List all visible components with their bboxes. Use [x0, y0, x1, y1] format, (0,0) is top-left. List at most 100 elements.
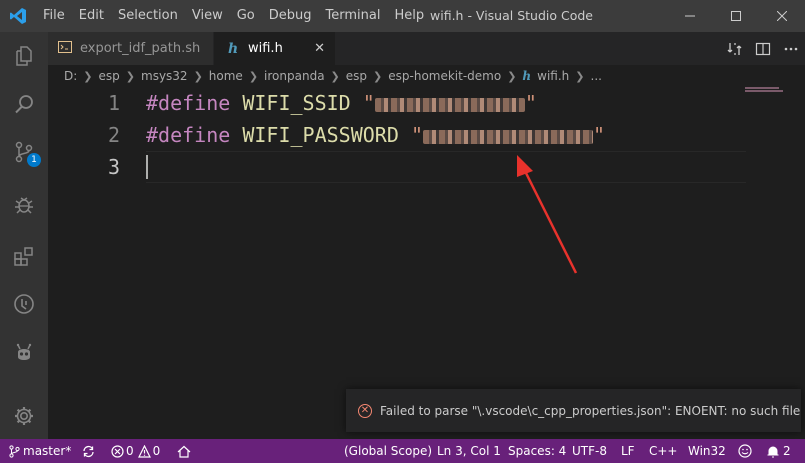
- breadcrumb-item[interactable]: ...: [591, 69, 602, 83]
- minimap[interactable]: [745, 87, 789, 97]
- text-cursor: [146, 155, 148, 179]
- feedback-button[interactable]: [738, 439, 752, 463]
- code-editor[interactable]: 1 #define WIFI_SSID " " 2 #define WIFI_PA…: [48, 87, 805, 439]
- string-close-quote: ": [524, 91, 537, 115]
- home-button[interactable]: [177, 439, 191, 463]
- encoding-indicator[interactable]: UTF-8: [572, 439, 607, 463]
- menu-file[interactable]: File: [36, 0, 72, 32]
- breadcrumb-item[interactable]: wifi.h: [537, 69, 569, 83]
- scope-indicator[interactable]: (Global Scope): [344, 439, 432, 463]
- window-controls: [667, 0, 805, 32]
- split-editor-icon: [755, 42, 771, 55]
- menu-terminal[interactable]: Terminal: [319, 0, 388, 32]
- h-file-icon: h: [228, 40, 239, 57]
- close-window-button[interactable]: [759, 0, 805, 32]
- breadcrumb-item[interactable]: esp: [99, 69, 120, 83]
- extensions-button[interactable]: [0, 232, 48, 280]
- tab-close-button[interactable]: ✕: [314, 41, 325, 56]
- settings-button[interactable]: [0, 392, 48, 440]
- tab-label: export_idf_path.sh: [80, 41, 201, 56]
- shell-file-icon: [58, 41, 80, 56]
- plug-circle-icon: [14, 294, 34, 314]
- h-file-icon: h: [522, 69, 532, 83]
- title-bar: File Edit Selection View Go Debug Termin…: [0, 0, 805, 32]
- macro-name: WIFI_SSID: [242, 91, 351, 115]
- platformio-button[interactable]: [0, 330, 48, 378]
- menu-help[interactable]: Help: [387, 0, 431, 32]
- notification-count: 2: [783, 444, 791, 458]
- menu-go[interactable]: Go: [230, 0, 262, 32]
- menu-edit[interactable]: Edit: [72, 0, 111, 32]
- line-number: 3: [107, 155, 120, 179]
- code-line: 2 #define WIFI_PASSWORD " ": [48, 119, 748, 151]
- chevron-right-icon: ❯: [193, 69, 203, 83]
- activity-bar: 1: [0, 32, 48, 439]
- warning-count: 0: [152, 444, 161, 458]
- code-line: 3: [48, 151, 748, 183]
- platform-indicator[interactable]: Win32: [688, 439, 726, 463]
- alien-icon: [16, 343, 32, 360]
- line-number: 2: [107, 123, 120, 147]
- sync-button[interactable]: [82, 439, 95, 463]
- menu-debug[interactable]: Debug: [262, 0, 319, 32]
- chevron-right-icon: ❯: [507, 69, 517, 83]
- debug-icon: [15, 197, 33, 214]
- status-bar: master* 0 0 (Global Scope) Ln 3, Col 1 S…: [0, 439, 805, 463]
- warning-icon: [137, 444, 151, 458]
- eol-indicator[interactable]: LF: [621, 439, 635, 463]
- error-circle-icon: [111, 444, 124, 458]
- window-title: wifi.h - Visual Studio Code: [430, 8, 594, 23]
- tab-wifi-h[interactable]: h wifi.h ✕: [214, 32, 335, 65]
- search-icon: [15, 95, 33, 114]
- string-close-quote: ": [592, 123, 606, 147]
- string-open-quote: ": [362, 91, 375, 115]
- menu-selection[interactable]: Selection: [111, 0, 185, 32]
- source-control-button[interactable]: 1: [0, 128, 48, 176]
- search-button[interactable]: [0, 80, 48, 128]
- breadcrumb-item[interactable]: ironpanda: [264, 69, 325, 83]
- branch-indicator[interactable]: master*: [9, 439, 71, 463]
- line-number: 1: [107, 91, 120, 115]
- debug-button[interactable]: [0, 180, 48, 228]
- error-icon: ✕: [358, 403, 372, 418]
- language-mode[interactable]: C++: [649, 439, 678, 463]
- cursor-position[interactable]: Ln 3, Col 1: [437, 439, 501, 463]
- open-changes-button[interactable]: [721, 32, 749, 65]
- menu-view[interactable]: View: [185, 0, 230, 32]
- string-open-quote: ": [410, 123, 423, 147]
- problems-indicator[interactable]: 0 0: [111, 439, 160, 463]
- more-actions-button[interactable]: [777, 32, 805, 65]
- gear-icon: [15, 407, 33, 425]
- explorer-button[interactable]: [0, 32, 48, 80]
- redacted-password: [422, 129, 593, 144]
- breadcrumb-item[interactable]: home: [209, 69, 243, 83]
- extensions-icon: [14, 247, 33, 266]
- sync-icon: [83, 445, 94, 457]
- git-branch-icon: [9, 444, 20, 458]
- bell-icon: [767, 446, 779, 457]
- remote-button[interactable]: [0, 280, 48, 328]
- error-count: 0: [126, 444, 134, 458]
- chevron-right-icon: ❯: [248, 69, 259, 83]
- annotation-arrow: [517, 155, 578, 274]
- keyword: #define: [146, 123, 231, 147]
- tab-export-idf-path[interactable]: export_idf_path.sh: [48, 32, 213, 65]
- chevron-right-icon: ❯: [373, 69, 383, 83]
- breadcrumb-item[interactable]: D:: [64, 69, 77, 83]
- files-icon: [16, 46, 32, 66]
- breadcrumb-item[interactable]: esp: [346, 69, 367, 83]
- maximize-button[interactable]: [713, 0, 759, 32]
- chevron-right-icon: ❯: [83, 69, 93, 83]
- redacted-ssid: [374, 97, 525, 112]
- breadcrumb-item[interactable]: msys32: [141, 69, 188, 83]
- notifications-button[interactable]: 2: [767, 439, 791, 463]
- chevron-right-icon: ❯: [330, 69, 340, 83]
- notification-message: Failed to parse "\.vscode\c_cpp_properti…: [380, 403, 801, 418]
- minimize-button[interactable]: [667, 0, 713, 32]
- menu-bar: File Edit Selection View Go Debug Termin…: [36, 0, 431, 32]
- breadcrumb-item[interactable]: esp-homekit-demo: [388, 69, 501, 83]
- indentation-indicator[interactable]: Spaces: 4: [508, 439, 566, 463]
- split-editor-button[interactable]: [749, 32, 777, 65]
- error-notification[interactable]: ✕ Failed to parse "\.vscode\c_cpp_proper…: [346, 389, 801, 432]
- breadcrumb: D: ❯ esp ❯ msys32 ❯ home ❯ ironpanda ❯ esp ❯ e…: [48, 65, 805, 87]
